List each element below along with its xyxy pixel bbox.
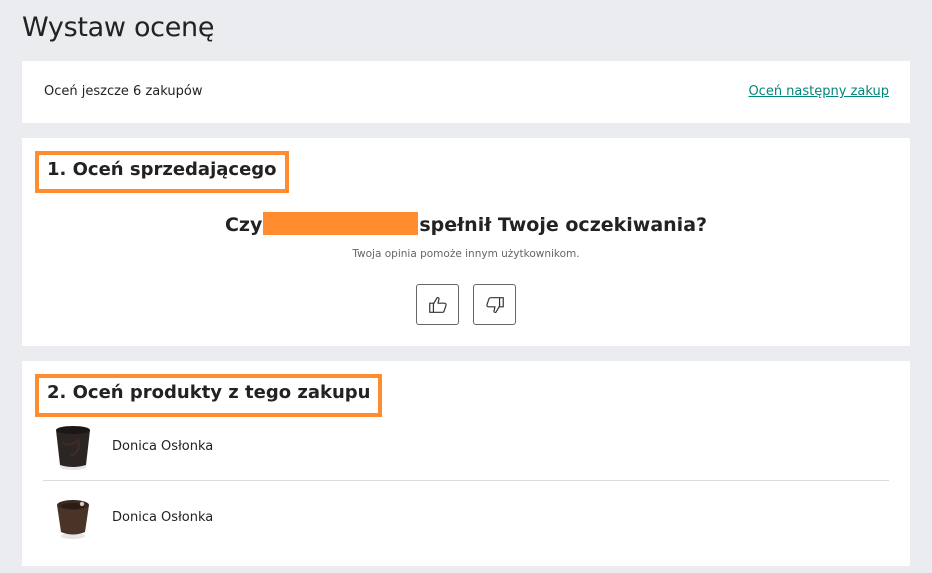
thumbs-up-icon [428,296,447,313]
next-purchase-link[interactable]: Oceń następny zakup [748,84,889,99]
product-name: Donica Osłonka [112,439,214,454]
black-planter-image [56,425,90,470]
redacted-seller-name [263,212,419,235]
product-thumbnail [43,417,103,477]
thumbs-up-button[interactable] [416,284,459,325]
seller-question-prefix: Czy [224,214,263,236]
product-name: Donica Osłonka [112,509,214,525]
product-row[interactable]: Donica Osłonka [43,483,889,551]
page-title: Wystaw ocenę [22,12,215,43]
product-thumbnail [43,487,103,547]
seller-question-suffix: spełnił Twoje oczekiwania? [419,214,708,236]
thumbs-down-button[interactable] [473,284,516,325]
vote-buttons [416,284,516,325]
remaining-purchases-panel: Oceń jeszcze 6 zakupów Oceń następny zak… [22,61,910,123]
seller-question: Czy spełnił Twoje oczekiwania? [22,212,910,236]
brown-planter-image [57,500,89,539]
rate-products-panel: 2. Oceń produkty z tego zakupu Donica Os… [22,361,910,566]
product-row[interactable]: Donica Osłonka [43,413,889,481]
helper-text: Twoja opinia pomoże innym użytkownikom. [352,248,580,260]
rate-products-heading: 2. Oceń produkty z tego zakupu [35,374,383,417]
rate-seller-heading: 1. Oceń sprzedającego [35,151,289,193]
thumbs-down-icon [485,296,504,313]
rate-seller-panel: 1. Oceń sprzedającego Czy spełnił Twoje o… [22,138,910,346]
remaining-purchases-text: Oceń jeszcze 6 zakupów [44,84,203,99]
